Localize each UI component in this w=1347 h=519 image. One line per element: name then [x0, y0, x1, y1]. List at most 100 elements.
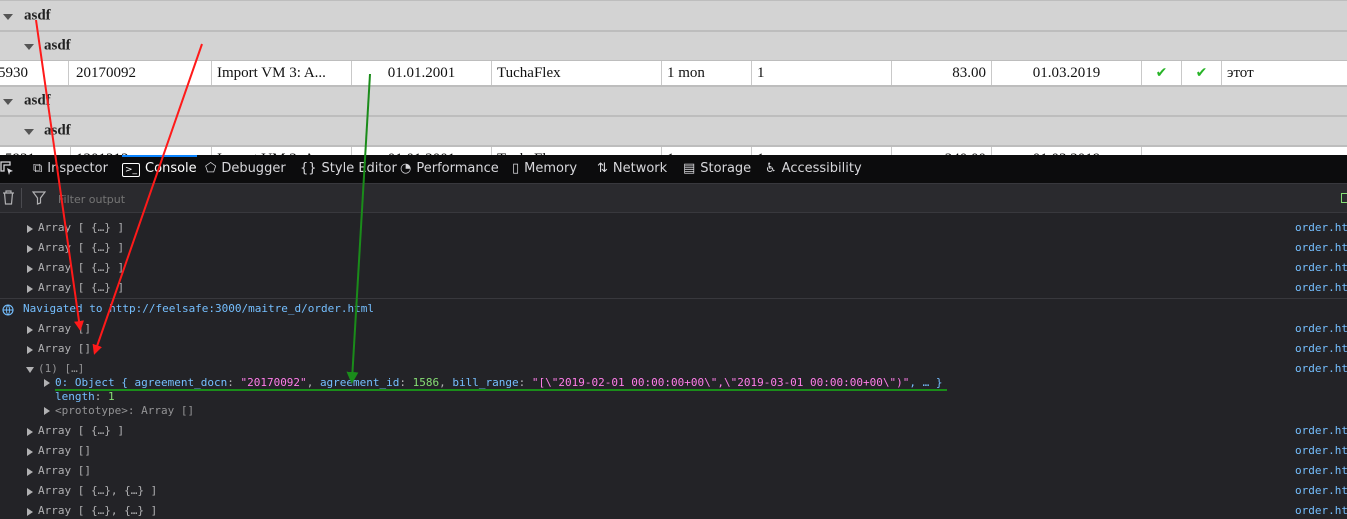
cell-period: 1 mon [662, 61, 752, 85]
message-source-link[interactable]: order.ht [1295, 319, 1347, 339]
length-entry: length: 1 [55, 390, 115, 403]
collapse-triangle-icon[interactable] [24, 44, 34, 50]
console-message[interactable]: Array [ {…}, {…} ] order.ht [0, 501, 1347, 519]
console-output: Array [ {…} ] order.ht Array [ {…} ] ord… [0, 213, 1347, 519]
expand-triangle-icon[interactable] [27, 468, 33, 476]
object-entry[interactable]: 0: Object { agreement_docn: "20170092", … [0, 376, 1347, 390]
filter-output-input[interactable] [56, 189, 1260, 209]
storage-icon: ▤ [683, 161, 696, 176]
expand-triangle-icon[interactable] [27, 508, 33, 516]
tab-style-editor[interactable]: {} Style Editor [300, 155, 397, 183]
style-editor-icon: {} [300, 161, 317, 176]
message-source-link[interactable]: order.ht [1295, 461, 1347, 481]
message-source-link[interactable]: order.ht [1295, 501, 1347, 519]
console-message[interactable]: Array [ {…} ] order.ht [0, 421, 1347, 441]
collapse-triangle-icon[interactable] [3, 99, 13, 105]
cell-product: TuchaFlex [492, 147, 662, 155]
navigation-message: Navigated to http://feelsafe:3000/maitre… [0, 299, 1347, 319]
console-message[interactable]: Array [ {…}, {…} ] order.ht [0, 481, 1347, 501]
console-message[interactable]: Array [] order.ht [0, 441, 1347, 461]
console-message[interactable]: Array [ {…} ] order.ht [0, 278, 1347, 298]
group-row-level2[interactable]: asdf [0, 116, 1347, 146]
group-row-level2[interactable]: asdf [0, 31, 1347, 61]
active-tab-indicator [122, 155, 197, 157]
tab-storage[interactable]: ▤ Storage [683, 155, 751, 183]
cell-start-date: 01.01.2001 [352, 61, 492, 85]
console-message[interactable]: Array [] order.ht [0, 339, 1347, 359]
table-row[interactable]: 5930 20170092 Import VM 3: A... 01.01.20… [0, 60, 1347, 86]
performance-icon: ◔ [400, 161, 412, 176]
cell-quantity: 1 [752, 147, 892, 155]
message-source-link[interactable]: order.ht [1295, 481, 1347, 501]
collapse-triangle-icon[interactable] [3, 13, 13, 20]
navigated-url-link[interactable]: http://feelsafe:3000/maitre_d/order.html [109, 302, 374, 315]
group-label: asdf [24, 92, 51, 109]
console-message[interactable]: Array [] order.ht [0, 461, 1347, 481]
group-row-level1[interactable]: asdf [0, 86, 1347, 116]
expand-triangle-icon[interactable] [27, 245, 33, 253]
devtools-toolbar: ⧉ Inspector >_ Console ⬠ Debugger {} Style E… [0, 155, 1347, 184]
expand-triangle-icon[interactable] [44, 379, 50, 387]
cell-id: 5931 [0, 147, 71, 155]
console-message[interactable]: Array [ {…} ] order.ht [0, 258, 1347, 278]
cell-period: 1 [662, 147, 752, 155]
group-label: asdf [44, 122, 71, 139]
cell-start-date: 01.01.2001 [352, 147, 492, 155]
console-filter-bar [0, 184, 1347, 213]
expand-triangle-icon[interactable] [44, 407, 50, 415]
collapse-triangle-icon[interactable] [26, 367, 34, 373]
tab-debugger[interactable]: ⬠ Debugger [205, 155, 286, 183]
cell-amount: 240.00 [892, 147, 992, 155]
cell-amount: 83.00 [892, 61, 992, 85]
message-source-link[interactable]: order.ht [1295, 238, 1347, 258]
cell-product: TuchaFlex [492, 61, 662, 85]
expand-triangle-icon[interactable] [27, 346, 33, 354]
expand-triangle-icon[interactable] [27, 265, 33, 273]
cell-name: Import VM 3: A... [212, 147, 352, 155]
cell-name: Import VM 3: A... [212, 61, 352, 85]
cell-quantity: 1 [752, 61, 892, 85]
message-source-link[interactable]: order.ht [1295, 339, 1347, 359]
filter-icon [31, 191, 47, 208]
expand-triangle-icon[interactable] [27, 428, 33, 436]
message-source-link[interactable]: order.ht [1295, 258, 1347, 278]
table-row[interactable]: 5931 1201212 Import VM 3: A... 01.01.200… [0, 146, 1347, 155]
tab-accessibility[interactable]: ♿ Accessibility [765, 155, 862, 183]
expand-triangle-icon[interactable] [27, 488, 33, 496]
expand-triangle-icon[interactable] [27, 326, 33, 334]
cell-comment: этот [1227, 65, 1254, 81]
console-message[interactable]: Array [ {…} ] order.ht [0, 218, 1347, 238]
message-source-link[interactable]: order.ht [1295, 218, 1347, 238]
prototype-entry[interactable]: <prototype>: Array [] [0, 404, 1347, 418]
cell-date: 01.03.2019 [992, 147, 1142, 155]
trash-icon[interactable] [2, 190, 15, 208]
tab-memory[interactable]: ▯ Memory [512, 155, 577, 183]
tab-inspector[interactable]: ⧉ Inspector [33, 155, 108, 183]
split-console-icon[interactable] [1341, 193, 1347, 203]
console-message[interactable]: Array [] order.ht [0, 319, 1347, 339]
message-source-link[interactable]: order.ht [1295, 278, 1347, 298]
tab-console[interactable]: >_ Console [122, 155, 197, 183]
cell-agreement[interactable]: 1201212 [71, 147, 212, 155]
expand-triangle-icon[interactable] [27, 448, 33, 456]
group-label: asdf [24, 7, 51, 23]
accessibility-icon: ♿ [765, 161, 777, 176]
tab-network[interactable]: ⇅ Network [597, 155, 667, 183]
expand-triangle-icon[interactable] [27, 225, 33, 233]
message-source-link[interactable]: order.ht [1295, 441, 1347, 461]
cell-id: 5930 [0, 61, 69, 85]
cell-agreement: 20170092 [71, 61, 212, 85]
group-row-level1[interactable]: asdf [0, 0, 1347, 31]
expand-triangle-icon[interactable] [27, 285, 33, 293]
message-source-link[interactable]: order.ht [1295, 421, 1347, 441]
inspector-icon: ⧉ [33, 161, 43, 176]
console-message[interactable]: Array [ {…} ] order.ht [0, 238, 1347, 258]
tab-performance[interactable]: ◔ Performance [400, 155, 499, 183]
divider [21, 188, 22, 208]
console-icon: >_ [122, 163, 141, 177]
collapse-triangle-icon[interactable] [24, 129, 34, 135]
debugger-icon: ⬠ [205, 161, 217, 176]
check-icon: ✔ [1182, 61, 1222, 85]
element-picker-icon[interactable] [0, 155, 16, 183]
order-grid: asdf asdf 5930 20170092 Import VM 3: A..… [0, 0, 1347, 155]
